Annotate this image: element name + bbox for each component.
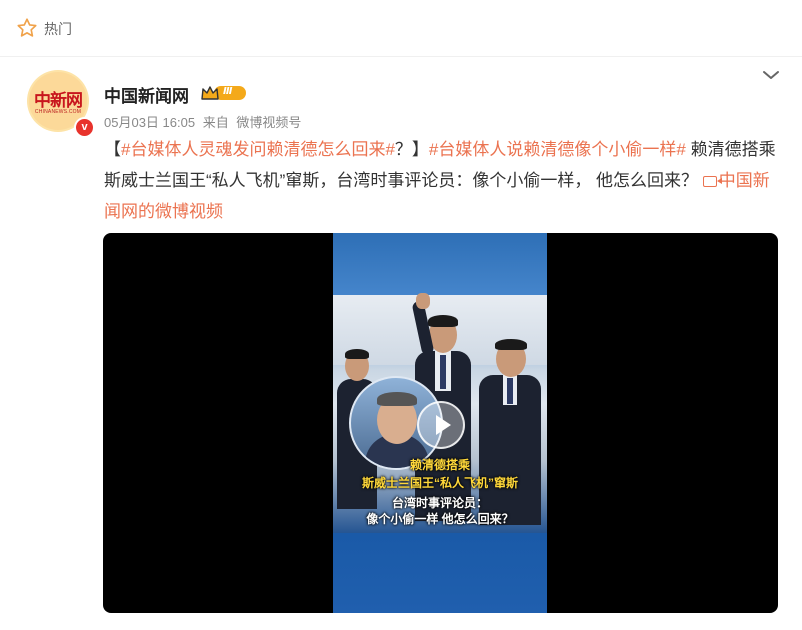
video-caption-line-1: 赖清德搭乘 (409, 458, 470, 472)
video-player[interactable]: 赖清德搭乘 斯威士兰国王“私人飞机”窜斯 台湾时事评论员： 像个小偷一样 他怎么… (103, 233, 778, 613)
hashtag-1[interactable]: #台媒体人灵魂发问赖清德怎么回来# (121, 140, 395, 159)
video-caption-line-4: 像个小偷一样 他怎么回来？ (366, 512, 514, 526)
video-caption-line-2: 斯威士兰国王“私人飞机”窜斯 (361, 476, 518, 490)
bracket-open: 【 (104, 140, 121, 159)
source-prefix: 来自 (202, 115, 229, 130)
author-name[interactable]: 中国新闻网 (104, 82, 189, 107)
video-caption-line-3: 台湾时事评论员： (391, 496, 488, 510)
bracket-close: 】 (411, 140, 429, 159)
star-icon (17, 18, 37, 37)
post-meta: 05月03日 16:05 来自 微博视频号 (104, 112, 305, 131)
chevron-down-icon[interactable] (760, 64, 782, 86)
post-source[interactable]: 微博视频号 (236, 115, 301, 130)
avatar-sub-text: CHINANEWS.COM (34, 109, 82, 115)
hot-label: 热门 (44, 21, 72, 37)
avatar-logo-text: 中新网 (34, 91, 83, 111)
hot-section-header: 热门 (0, 0, 802, 56)
level-badge-label: Ⅲ (223, 86, 233, 97)
hashtag-2[interactable]: #台媒体人说赖清德像个小偷一样# (429, 140, 686, 159)
post-text: 【#台媒体人灵魂发问赖清德怎么回来#？】#台媒体人说赖清德像个小偷一样# 赖清德… (104, 134, 784, 227)
video-frame: 赖清德搭乘 斯威士兰国王“私人飞机”窜斯 台湾时事评论员： 像个小偷一样 他怎么… (333, 233, 547, 613)
play-icon[interactable] (417, 401, 465, 449)
question-mark: ？ (394, 140, 412, 159)
verified-badge: v (74, 117, 95, 138)
post-date[interactable]: 05月03日 16:05 (104, 115, 195, 130)
divider (0, 56, 802, 57)
video-icon (702, 176, 722, 187)
